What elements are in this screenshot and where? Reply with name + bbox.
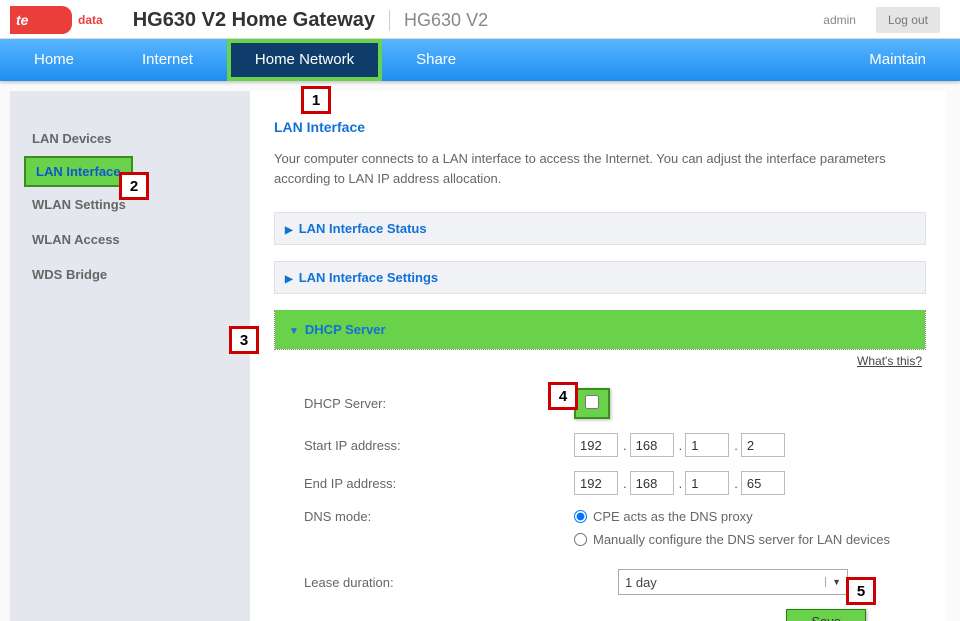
start-ip-octet-2[interactable] (630, 433, 674, 457)
panel-label: DHCP Server (305, 322, 386, 337)
nav-home-network[interactable]: Home Network (227, 39, 382, 81)
sidebar-lan-devices[interactable]: LAN Devices (24, 121, 240, 156)
lease-duration-label: Lease duration: (304, 575, 574, 590)
start-ip-octet-4[interactable] (741, 433, 785, 457)
end-ip-octet-3[interactable] (685, 471, 729, 495)
panel-label: LAN Interface Status (299, 221, 427, 236)
annotation-2: 2 (119, 172, 149, 200)
panel-lan-settings[interactable]: ▶ LAN Interface Settings (274, 261, 926, 294)
end-ip-octet-1[interactable] (574, 471, 618, 495)
chevron-down-icon: ▼ (825, 577, 841, 587)
panel-dhcp-server[interactable]: ▼ DHCP Server (275, 310, 925, 349)
chevron-right-icon: ▶ (285, 225, 293, 236)
dns-proxy-radio[interactable] (574, 510, 587, 523)
nav-maintain[interactable]: Maintain (835, 39, 960, 81)
logo-text: te (16, 12, 28, 28)
page-title: HG630 V2 Home Gateway (133, 9, 375, 32)
annotation-5: 5 (846, 577, 876, 605)
brand-logo: te (10, 6, 72, 34)
sidebar-wds-bridge[interactable]: WDS Bridge (24, 257, 240, 292)
logo-subtext: data (78, 13, 103, 27)
panel-label: LAN Interface Settings (299, 270, 438, 285)
content-area: LAN Interface Your computer connects to … (250, 91, 946, 621)
start-ip-label: Start IP address: (304, 438, 574, 453)
main-nav: Home Internet Home Network Share Maintai… (0, 39, 960, 81)
panel-lan-status[interactable]: ▶ LAN Interface Status (274, 212, 926, 245)
dhcp-enable-wrap (574, 388, 610, 419)
annotation-1: 1 (301, 86, 331, 114)
sidebar-wlan-access[interactable]: WLAN Access (24, 222, 240, 257)
sidebar-lan-interface[interactable]: LAN Interface (24, 156, 133, 187)
dns-manual-radio[interactable] (574, 533, 587, 546)
chevron-right-icon: ▶ (285, 274, 293, 285)
end-ip-label: End IP address: (304, 476, 574, 491)
nav-internet[interactable]: Internet (108, 39, 227, 81)
dns-mode-label: DNS mode: (304, 509, 574, 524)
sidebar: LAN Devices LAN Interface WLAN Settings … (10, 91, 250, 621)
whats-this-link[interactable]: What's this? (274, 354, 926, 368)
end-ip-octet-4[interactable] (741, 471, 785, 495)
dns-manual-label: Manually configure the DNS server for LA… (593, 532, 890, 547)
chevron-down-icon: ▼ (289, 326, 299, 337)
lease-duration-select[interactable]: 1 day ▼ (618, 569, 848, 595)
section-title: LAN Interface (274, 119, 926, 135)
dhcp-server-label: DHCP Server: (304, 396, 574, 411)
end-ip-octet-2[interactable] (630, 471, 674, 495)
save-button[interactable]: Save (786, 609, 866, 621)
nav-home[interactable]: Home (0, 39, 108, 81)
logout-button[interactable]: Log out (876, 7, 940, 33)
section-description: Your computer connects to a LAN interfac… (274, 149, 926, 188)
start-ip-octet-1[interactable] (574, 433, 618, 457)
annotation-4: 4 (548, 382, 578, 410)
annotation-3: 3 (229, 326, 259, 354)
main-area: LAN Devices LAN Interface WLAN Settings … (0, 81, 960, 621)
dhcp-enable-checkbox[interactable] (585, 395, 599, 409)
dns-proxy-label: CPE acts as the DNS proxy (593, 509, 753, 524)
lease-duration-value: 1 day (625, 575, 657, 590)
header-bar: te data HG630 V2 Home Gateway HG630 V2 a… (0, 0, 960, 39)
page-subtitle: HG630 V2 (389, 10, 488, 31)
username-label: admin (823, 13, 856, 27)
nav-share[interactable]: Share (382, 39, 490, 81)
start-ip-octet-3[interactable] (685, 433, 729, 457)
